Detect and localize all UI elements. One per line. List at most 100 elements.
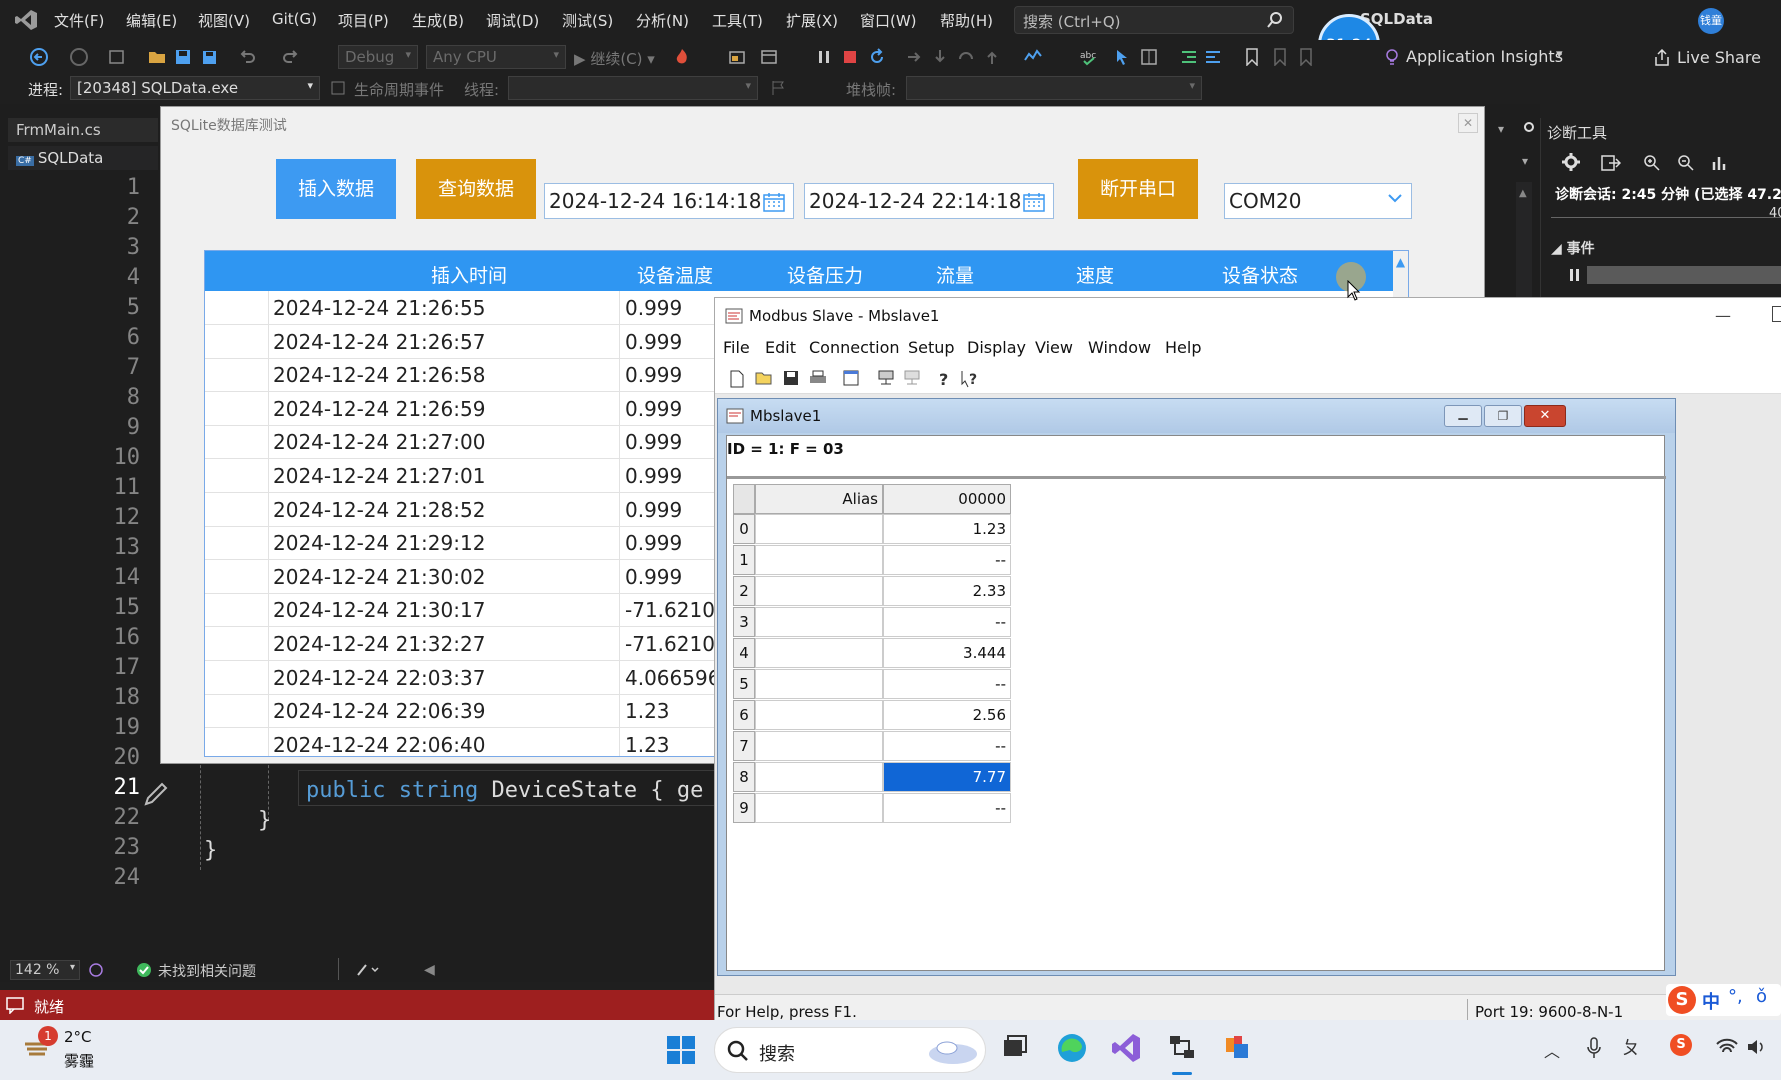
spell-check-icon[interactable]: abc (1080, 48, 1096, 66)
cell-insert-time[interactable]: 2024-12-24 22:06:39 (273, 699, 485, 723)
register-value-cell[interactable]: 3.444 (883, 638, 1011, 668)
register-row-index[interactable]: 4 (733, 638, 755, 668)
cell-insert-time[interactable]: 2024-12-24 21:27:01 (273, 464, 485, 488)
register-row-index[interactable]: 6 (733, 700, 755, 730)
row-header-cell[interactable] (205, 358, 269, 393)
lifecycle-events-button[interactable]: 生命周期事件 (354, 79, 444, 100)
column-header-time[interactable]: 插入时间 (369, 261, 569, 288)
browser-link-icon[interactable] (728, 48, 745, 64)
cell-temperature[interactable]: 0.999 (625, 363, 725, 387)
alias-cell[interactable] (755, 638, 883, 668)
register-value-cell[interactable]: -- (883, 793, 1011, 823)
minimize-icon[interactable]: — (1715, 306, 1731, 325)
cell-temperature[interactable]: 1.23 (625, 733, 725, 756)
mb-menu-file[interactable]: File (723, 338, 750, 357)
live-tree-icon[interactable] (1140, 48, 1157, 65)
column-header-speed[interactable]: 速度 (1045, 261, 1145, 288)
cell-temperature[interactable]: 4.066596E (625, 666, 725, 690)
diagnostics-icon[interactable] (1024, 48, 1042, 64)
zoom-select[interactable]: 142 % ▾ (10, 960, 80, 980)
new-project-icon[interactable] (108, 48, 124, 64)
app-insights-button[interactable]: Application Insights (1406, 47, 1563, 66)
input-method-icon[interactable]: ㄆ (1622, 1034, 1640, 1060)
hot-reload-icon[interactable] (672, 47, 688, 64)
windows-start-icon[interactable] (666, 1035, 696, 1065)
sogou-tray-icon[interactable]: S (1670, 1034, 1692, 1056)
nav-project-dropdown[interactable]: C# SQLData (8, 146, 158, 170)
events-section-header[interactable]: ◢ 事件 (1551, 238, 1595, 258)
cell-temperature[interactable]: 0.999 (625, 430, 725, 454)
alias-cell[interactable] (755, 607, 883, 637)
maximize-icon[interactable] (1772, 306, 1781, 322)
new-document-icon[interactable] (729, 370, 745, 388)
save-all-icon[interactable] (200, 48, 216, 64)
row-header-cell[interactable] (205, 492, 269, 527)
redo-icon[interactable] (282, 48, 298, 64)
register-row-index[interactable]: 3 (733, 607, 755, 637)
export-icon[interactable] (1601, 154, 1621, 172)
restore-icon[interactable]: ❐ (1484, 405, 1522, 427)
register-row-index[interactable]: 2 (733, 576, 755, 606)
row-header-cell[interactable] (205, 324, 269, 359)
edge-browser-icon[interactable] (1056, 1032, 1088, 1064)
alias-cell[interactable] (755, 576, 883, 606)
calendar-icon[interactable] (763, 192, 785, 212)
menu-help[interactable]: 帮助(H) (940, 10, 993, 31)
menu-tools[interactable]: 工具(T) (712, 10, 763, 31)
query-data-button[interactable]: 查询数据 (416, 159, 536, 219)
thread-select[interactable]: ▾ (508, 76, 758, 100)
register-value-cell[interactable]: 2.33 (883, 576, 1011, 606)
ime-punctuation-icon[interactable]: °, (1728, 986, 1743, 1007)
flag-icon[interactable] (770, 80, 786, 96)
select-element-icon[interactable] (1114, 48, 1130, 65)
indent-icon[interactable] (1180, 48, 1196, 64)
mb-menu-connection[interactable]: Connection (809, 338, 900, 357)
pause-icon[interactable] (816, 49, 832, 65)
column-header-status[interactable]: 设备状态 (1195, 261, 1325, 288)
cell-insert-time[interactable]: 2024-12-24 21:32:27 (273, 632, 485, 656)
row-header-cell[interactable] (205, 593, 269, 628)
row-header-cell[interactable] (205, 727, 269, 756)
ime-language-indicator[interactable]: 中 (1702, 988, 1720, 1014)
alias-cell[interactable] (755, 669, 883, 699)
show-next-statement-icon[interactable] (906, 49, 922, 65)
notification-icon[interactable] (6, 996, 24, 1014)
chevron-down-icon[interactable]: ▾ (1498, 122, 1504, 136)
alias-column-header[interactable]: Alias (755, 484, 883, 514)
context-help-icon[interactable]: ? (961, 370, 977, 388)
help-icon[interactable]: ? (937, 370, 953, 388)
weather-description[interactable]: 雾霾 (64, 1050, 94, 1071)
column-header-flow[interactable]: 流量 (905, 261, 1005, 288)
mb-menu-setup[interactable]: Setup (908, 338, 955, 357)
cell-temperature[interactable]: 0.999 (625, 330, 725, 354)
cell-insert-time[interactable]: 2024-12-24 21:26:55 (273, 296, 485, 320)
com-port-select[interactable]: COM20 (1224, 183, 1412, 219)
cell-insert-time[interactable]: 2024-12-24 21:26:58 (273, 363, 485, 387)
cell-insert-time[interactable]: 2024-12-24 21:26:59 (273, 397, 485, 421)
alias-cell[interactable] (755, 762, 883, 792)
row-header-cell[interactable] (205, 559, 269, 594)
next-bookmark-icon[interactable] (1298, 48, 1314, 66)
row-header-cell[interactable] (205, 694, 269, 729)
menu-project[interactable]: 项目(P) (338, 10, 389, 31)
row-header-cell[interactable] (205, 425, 269, 460)
ime-mic-icon[interactable]: ǒ (1756, 986, 1767, 1007)
taskbar-search-box[interactable]: 搜索 (714, 1027, 986, 1073)
register-row-index[interactable]: 5 (733, 669, 755, 699)
register-row-index[interactable]: 9 (733, 793, 755, 823)
prev-bookmark-icon[interactable] (1272, 48, 1288, 66)
stackframe-select[interactable]: ▾ (906, 76, 1202, 100)
insert-data-button[interactable]: 插入数据 (276, 159, 396, 219)
address-column-header[interactable]: 00000 (883, 484, 1011, 514)
show-hidden-icons-icon[interactable]: ︿ (1544, 1038, 1560, 1062)
microphone-icon[interactable] (1586, 1036, 1602, 1060)
menu-git[interactable]: Git(G) (272, 10, 317, 28)
live-share-button[interactable]: Live Share (1677, 48, 1761, 67)
cell-temperature[interactable]: 0.999 (625, 498, 725, 522)
register-value-cell[interactable]: -- (883, 731, 1011, 761)
save-icon[interactable] (783, 370, 799, 386)
menu-analyze[interactable]: 分析(N) (636, 10, 689, 31)
visual-studio-taskbar-icon[interactable] (1110, 1032, 1142, 1064)
cell-insert-time[interactable]: 2024-12-24 21:28:52 (273, 498, 485, 522)
mb-menu-view[interactable]: View (1035, 338, 1073, 357)
